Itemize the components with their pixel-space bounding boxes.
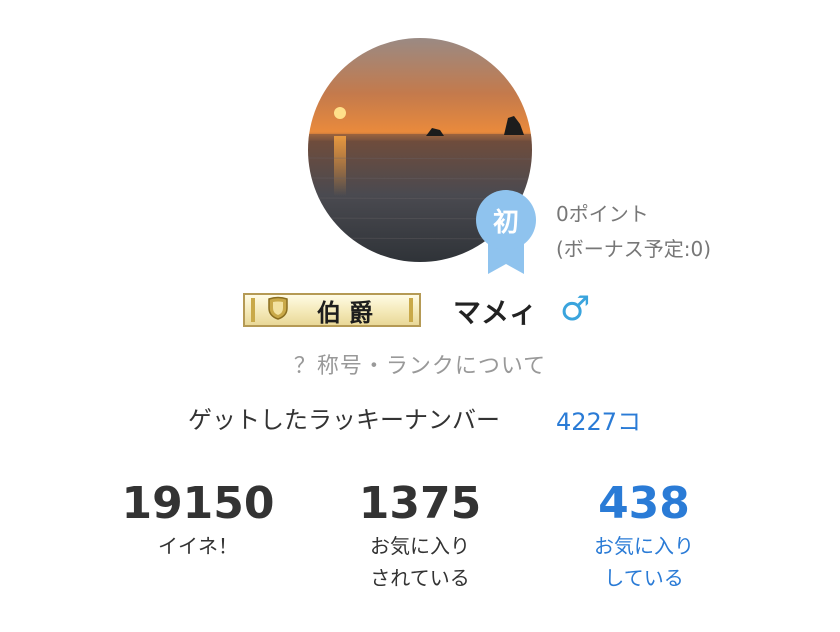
favorited-by-label-line2: されている xyxy=(370,566,470,590)
favorites-label-line1: お気に入り xyxy=(594,534,694,558)
rank-title-plate: 伯爵 xyxy=(243,293,421,327)
shield-icon xyxy=(267,296,289,324)
likes-stat[interactable]: 19150 イイネ！ xyxy=(98,478,298,562)
points-text: 0ポイント xyxy=(556,202,649,226)
favorited-by-count: 1375 xyxy=(358,478,482,529)
male-gender-icon: ♂ xyxy=(560,289,591,329)
likes-count: 19150 xyxy=(121,478,275,529)
rank-help-link[interactable]: ？称号・ランクについて xyxy=(0,348,840,380)
beginner-badge: 初 xyxy=(476,190,536,274)
rank-title: 伯爵 xyxy=(317,297,381,327)
plate-ornament xyxy=(251,298,255,322)
favorited-by-stat[interactable]: 1375 お気に入り されている xyxy=(320,478,520,594)
likes-label: イイネ！ xyxy=(158,534,238,558)
lucky-number-label: ゲットしたラッキーナンバー xyxy=(188,406,500,434)
favorites-count: 438 xyxy=(598,478,690,529)
username: マメィ xyxy=(453,296,538,329)
bonus-points-text: (ボーナス予定:0) xyxy=(556,237,712,261)
plate-ornament xyxy=(409,298,413,322)
beginner-badge-label: 初 xyxy=(476,190,536,250)
favorited-by-label-line1: お気に入り xyxy=(370,534,470,558)
lucky-number-count-link[interactable]: 4227コ xyxy=(556,402,641,437)
favorites-stat-link[interactable]: 438 お気に入り している xyxy=(544,478,744,594)
favorites-label-line2: している xyxy=(604,566,684,590)
